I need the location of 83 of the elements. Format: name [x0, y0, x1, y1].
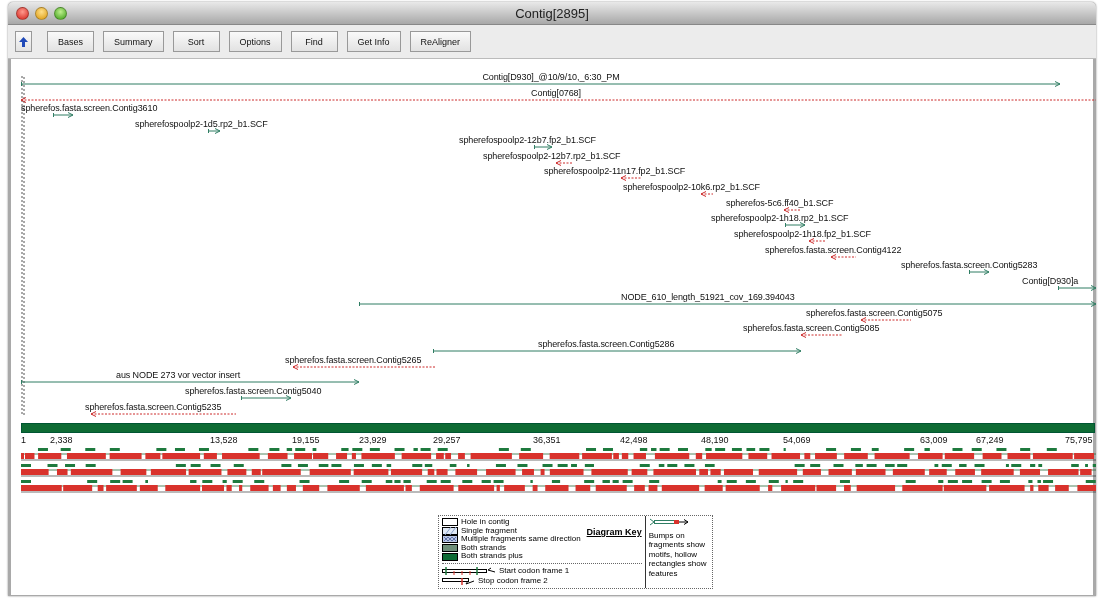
fragment-label[interactable]: spherefospoolp2-1d5.rp2_b1.SCF — [135, 119, 268, 130]
scale-tick-label: 54,069 — [783, 435, 811, 445]
solid-swatch-icon — [442, 552, 458, 561]
legend-title: Diagram Key — [586, 528, 642, 537]
hollow-swatch-icon — [442, 518, 458, 527]
fragment-label[interactable]: Contig[0768] — [531, 87, 581, 98]
minimize-icon[interactable] — [35, 6, 48, 20]
reverse-fragment-arrow[interactable] — [784, 206, 801, 213]
toolbar-button[interactable]: Sort — [172, 31, 220, 52]
scale-tick-label: 75,795 — [1065, 435, 1093, 445]
forward-fragment-arrow[interactable] — [1058, 285, 1096, 292]
fragment-label[interactable]: Contig[D930]_@10/9/10,_6:30_PM — [482, 72, 620, 82]
legend-label: Multiple fragments same direction — [461, 535, 581, 544]
up-arrow-button[interactable] — [15, 31, 32, 52]
reverse-fragment-arrow[interactable] — [293, 363, 435, 370]
fragment-label[interactable]: NODE_610_length_51921_cov_169.394043 — [621, 291, 795, 302]
fragment-label[interactable]: spherefos.fasta.screen.Contig5235 — [85, 401, 222, 412]
legend-label: Start codon frame 1 — [499, 566, 570, 576]
reverse-fragment-arrow[interactable] — [701, 190, 713, 197]
toolbar-button[interactable]: ReAligner — [409, 31, 472, 52]
fragment-label[interactable]: spherefospoolp2-12b7.fp2_b1.SCF — [459, 134, 596, 145]
scale-tick-label: 13,528 — [210, 435, 238, 445]
toolbar-button[interactable]: Options — [228, 31, 282, 52]
hatched-swatch-icon — [442, 526, 458, 535]
fragment-label[interactable]: spherefos.fasta.screen.Contig5286 — [538, 338, 675, 349]
legend-label: Both strands — [461, 543, 506, 553]
fragment-label[interactable]: spherefospoolp2-1h18.rp2_b1.SCF — [711, 213, 849, 224]
toolbar-button[interactable]: Get Info — [346, 31, 401, 52]
reverse-fragment-arrow[interactable] — [809, 238, 825, 244]
forward-fragment-arrow[interactable] — [208, 128, 220, 135]
legend-label: Hole in contig — [461, 518, 510, 526]
fragment-label[interactable]: spherefos.fasta.screen.Contig4122 — [765, 244, 902, 255]
reverse-fragment-arrow[interactable] — [21, 96, 1096, 103]
fragment-label[interactable]: spherefos.fasta.screen.Contig5265 — [285, 354, 422, 365]
stop-codon-icon — [442, 575, 475, 586]
scale-tick-label: 19,155 — [292, 435, 320, 445]
fragment-label[interactable]: spherefospoolp2-12b7.rp2_b1.SCF — [483, 150, 621, 161]
reverse-fragment-arrow[interactable] — [801, 332, 843, 339]
scale-tick-label: 67,249 — [976, 435, 1004, 445]
window-title: Contig[2895] — [514, 5, 590, 21]
legend-label: Stop codon frame 2 — [478, 576, 548, 586]
shaded-swatch-icon — [442, 544, 458, 553]
legend-note: Bumps on fragments show motifs, hollow rectangles show features — [648, 530, 708, 579]
scale-tick-label: 48,190 — [701, 435, 729, 445]
scale-tick-label: 42,498 — [620, 435, 648, 445]
start-codon-icon — [442, 565, 496, 576]
scale-tick-label: 23,929 — [359, 435, 387, 445]
scale-tick-label: 29,257 — [433, 435, 461, 445]
scale-tick-label: 63,009 — [920, 435, 948, 445]
forward-fragment-arrow[interactable] — [534, 143, 552, 150]
checkered-swatch-icon — [442, 535, 458, 544]
fragment-label[interactable]: spherefos.fasta.screen.Contig5283 — [901, 260, 1038, 271]
reverse-fragment-arrow[interactable] — [621, 175, 642, 182]
motif-bump-icon — [648, 518, 689, 526]
scale-tick-label: 2,338 — [50, 435, 73, 445]
reverse-fragment-arrow[interactable] — [556, 159, 572, 166]
toolbar-button[interactable]: Bases — [47, 31, 94, 52]
fragment-label[interactable]: spherefospoolp2-11n17.fp2_b1.SCF — [544, 166, 686, 177]
reverse-fragment-arrow[interactable] — [831, 253, 856, 260]
fragment-label[interactable]: spherefos.fasta.screen.Contig5085 — [743, 323, 880, 334]
fragment-label[interactable]: spherefos-5c6.ff40_b1.SCF — [726, 197, 834, 208]
reverse-fragment-arrow[interactable] — [861, 316, 911, 323]
forward-fragment-arrow[interactable] — [969, 269, 989, 276]
scale-tick-label: 36,351 — [533, 435, 561, 445]
close-icon[interactable] — [16, 6, 29, 20]
fragment-label[interactable]: spherefos.fasta.screen.Contig3610 — [21, 103, 158, 114]
forward-fragment-arrow[interactable] — [785, 222, 805, 229]
fragment-label[interactable]: Contig[D930]a — [1022, 276, 1079, 287]
fragment-label[interactable]: aus NODE 273 vor vector insert — [116, 370, 241, 381]
fragment-label[interactable]: spherefospoolp2-1h18.fp2_b1.SCF — [734, 229, 871, 239]
fragment-label[interactable]: spherefospoolp2-10k6.rp2_b1.SCF — [623, 181, 760, 192]
legend-label: Both strands plus — [461, 552, 523, 561]
scale-tick-label: 1 — [21, 435, 26, 445]
zoom-icon[interactable] — [54, 6, 67, 20]
legend-label: Single fragment — [461, 526, 518, 535]
fragment-label[interactable]: spherefos.fasta.screen.Contig5040 — [185, 386, 322, 396]
up-arrow-icon — [19, 36, 28, 47]
forward-fragment-arrow[interactable] — [241, 395, 291, 401]
forward-fragment-arrow[interactable] — [53, 112, 73, 119]
toolbar-button[interactable]: Find — [290, 31, 338, 52]
toolbar-button[interactable]: Summary — [103, 31, 164, 52]
fragment-label[interactable]: spherefos.fasta.screen.Contig5075 — [806, 307, 943, 318]
reverse-fragment-arrow[interactable] — [91, 410, 236, 417]
